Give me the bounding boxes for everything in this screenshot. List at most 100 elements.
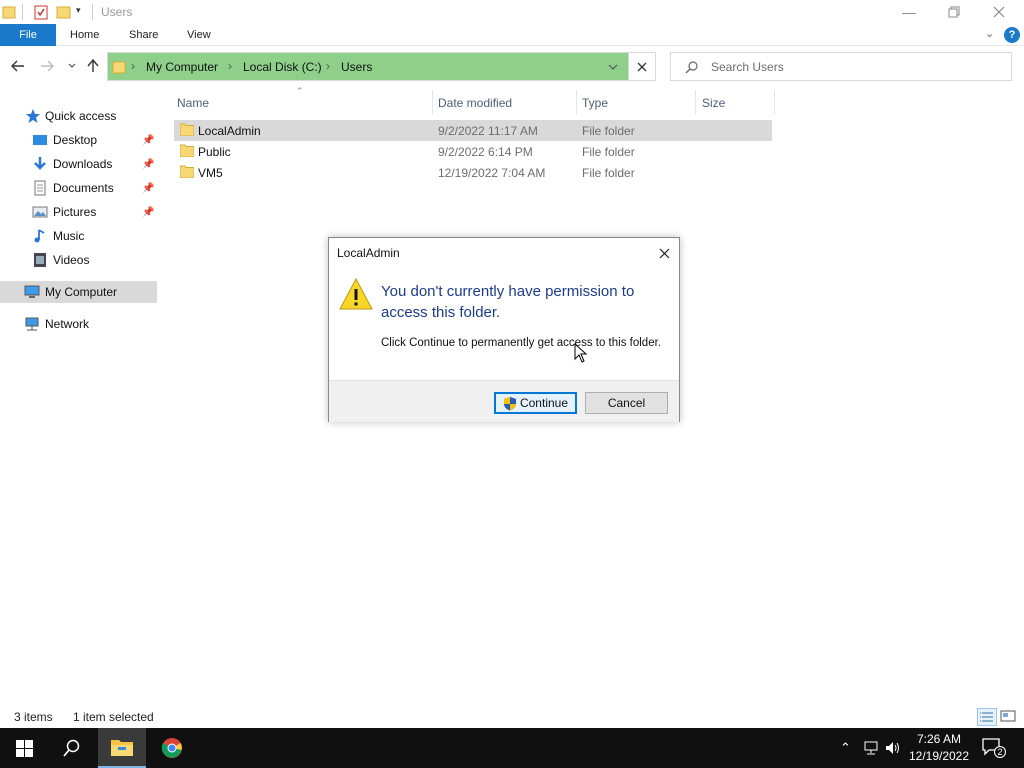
- tab-view[interactable]: View: [187, 24, 211, 46]
- show-hidden-icons-icon[interactable]: ⌃: [840, 740, 851, 756]
- system-clock[interactable]: 7:26 AM 12/19/2022: [906, 731, 972, 765]
- recent-locations-button[interactable]: [62, 56, 82, 76]
- desktop-icon: [33, 135, 47, 145]
- dialog-detail: Click Continue to permanently get access…: [381, 337, 661, 349]
- forward-button[interactable]: [37, 56, 57, 76]
- large-icons-view-icon: [1000, 710, 1016, 722]
- sidebar-item-label: Quick access: [45, 109, 117, 123]
- clock-time: 7:26 AM: [916, 732, 962, 746]
- star-icon: [26, 109, 40, 123]
- sidebar-item-label: Documents: [53, 181, 114, 195]
- sidebar-item-pictures[interactable]: Pictures 📌: [0, 201, 157, 223]
- cancel-button[interactable]: Cancel: [585, 392, 668, 414]
- sidebar-item-quick-access[interactable]: Quick access: [0, 105, 157, 127]
- sidebar-item-label: Music: [53, 229, 85, 243]
- breadcrumb-separator-icon[interactable]: ›: [228, 59, 232, 73]
- breadcrumb-users[interactable]: Users: [341, 60, 372, 74]
- file-row-vm5[interactable]: VM5 12/19/2022 7:04 AM File folder: [174, 162, 772, 183]
- action-center-button[interactable]: 2: [982, 738, 1006, 758]
- tab-share[interactable]: Share: [129, 24, 158, 46]
- navigation-pane: Quick access Desktop 📌 Downloads 📌 Docum…: [0, 92, 157, 702]
- address-bar[interactable]: › My Computer › Local Disk (C:) › Users: [107, 52, 656, 81]
- warning-icon: [339, 278, 373, 310]
- up-button[interactable]: [83, 56, 103, 76]
- windows-logo-icon: [15, 739, 33, 757]
- back-arrow-icon: [11, 60, 24, 72]
- new-folder-icon[interactable]: [56, 4, 72, 20]
- column-divider[interactable]: [774, 90, 775, 114]
- sidebar-item-label: Pictures: [53, 205, 97, 219]
- sidebar-item-label: My Computer: [45, 285, 118, 299]
- expand-ribbon-icon[interactable]: ⌄: [985, 27, 994, 40]
- column-header-type[interactable]: Type: [582, 92, 608, 114]
- file-date: 12/19/2022 7:04 AM: [438, 166, 546, 180]
- folder-icon: [180, 123, 194, 136]
- file-type: File folder: [582, 124, 635, 138]
- minimize-button[interactable]: —: [886, 0, 932, 24]
- tab-file[interactable]: File: [0, 24, 56, 46]
- sidebar-item-network[interactable]: Network: [0, 313, 157, 335]
- close-icon: [637, 62, 647, 71]
- back-button[interactable]: [8, 56, 28, 76]
- music-icon: [34, 229, 45, 243]
- folder-icon: [2, 6, 16, 19]
- properties-icon[interactable]: [33, 4, 49, 20]
- folder-icon: [180, 144, 194, 157]
- file-row-localadmin[interactable]: LocalAdmin 9/2/2022 11:17 AM File folder: [174, 120, 772, 141]
- volume-icon[interactable]: [884, 740, 902, 756]
- taskbar-search-button[interactable]: [48, 728, 96, 768]
- sidebar-item-downloads[interactable]: Downloads 📌: [0, 153, 157, 175]
- uac-shield-icon: [503, 396, 516, 410]
- breadcrumb-separator-icon[interactable]: ›: [131, 59, 135, 73]
- sidebar-item-label: Network: [45, 317, 90, 331]
- file-date: 9/2/2022 6:14 PM: [438, 145, 533, 159]
- folder-icon: [180, 165, 194, 178]
- large-icons-view-button[interactable]: [999, 708, 1019, 726]
- dialog-message: You don't currently have permission to a…: [381, 283, 635, 321]
- start-button[interactable]: [0, 728, 48, 768]
- up-arrow-icon: [87, 59, 99, 72]
- sidebar-item-music[interactable]: Music: [0, 225, 157, 247]
- help-icon[interactable]: ?: [1004, 27, 1020, 43]
- file-row-public[interactable]: Public 9/2/2022 6:14 PM File folder: [174, 141, 772, 162]
- sidebar-item-desktop[interactable]: Desktop 📌: [0, 129, 157, 151]
- address-history-icon[interactable]: [608, 64, 618, 71]
- sidebar-item-documents[interactable]: Documents 📌: [0, 177, 157, 199]
- customize-quick-access-icon[interactable]: ▾: [76, 5, 81, 16]
- column-header-name[interactable]: Name: [177, 92, 209, 114]
- network-status-icon[interactable]: [862, 740, 880, 756]
- close-button[interactable]: [976, 0, 1022, 24]
- sidebar-item-my-computer[interactable]: My Computer: [0, 281, 157, 303]
- pin-icon: 📌: [142, 158, 155, 170]
- details-view-icon: [980, 712, 993, 722]
- minimize-icon: —: [902, 4, 916, 20]
- column-header-size[interactable]: Size: [702, 92, 725, 114]
- column-divider[interactable]: [432, 90, 433, 114]
- search-input[interactable]: Search Users: [670, 52, 1012, 81]
- breadcrumb-separator-icon[interactable]: ›: [326, 59, 330, 73]
- tab-home[interactable]: Home: [70, 24, 99, 46]
- file-date: 9/2/2022 11:17 AM: [438, 124, 538, 138]
- column-divider[interactable]: [576, 90, 577, 114]
- notification-count-badge: 2: [994, 746, 1006, 758]
- column-divider[interactable]: [695, 90, 696, 114]
- sidebar-item-label: Videos: [53, 253, 90, 267]
- restore-button[interactable]: [931, 0, 977, 24]
- column-header-date-modified[interactable]: Date modified: [438, 92, 512, 114]
- status-bar: 3 items 1 item selected: [0, 706, 1024, 728]
- breadcrumb-my-computer[interactable]: My Computer: [146, 60, 218, 74]
- dialog-footer: Continue Cancel: [329, 380, 679, 422]
- breadcrumb-local-disk[interactable]: Local Disk (C:): [243, 60, 322, 74]
- clear-address-button[interactable]: [628, 52, 656, 81]
- window-title: Users: [101, 5, 133, 19]
- continue-button[interactable]: Continue: [494, 392, 577, 414]
- chevron-down-icon: [68, 63, 76, 68]
- taskbar-file-explorer[interactable]: [98, 728, 146, 768]
- chrome-icon: [161, 738, 182, 758]
- videos-icon: [34, 253, 46, 267]
- dialog-close-button[interactable]: [651, 242, 677, 264]
- sidebar-item-videos[interactable]: Videos: [0, 249, 157, 271]
- mouse-cursor-icon: [574, 343, 588, 363]
- taskbar-chrome[interactable]: [148, 728, 196, 768]
- details-view-button[interactable]: [977, 708, 997, 726]
